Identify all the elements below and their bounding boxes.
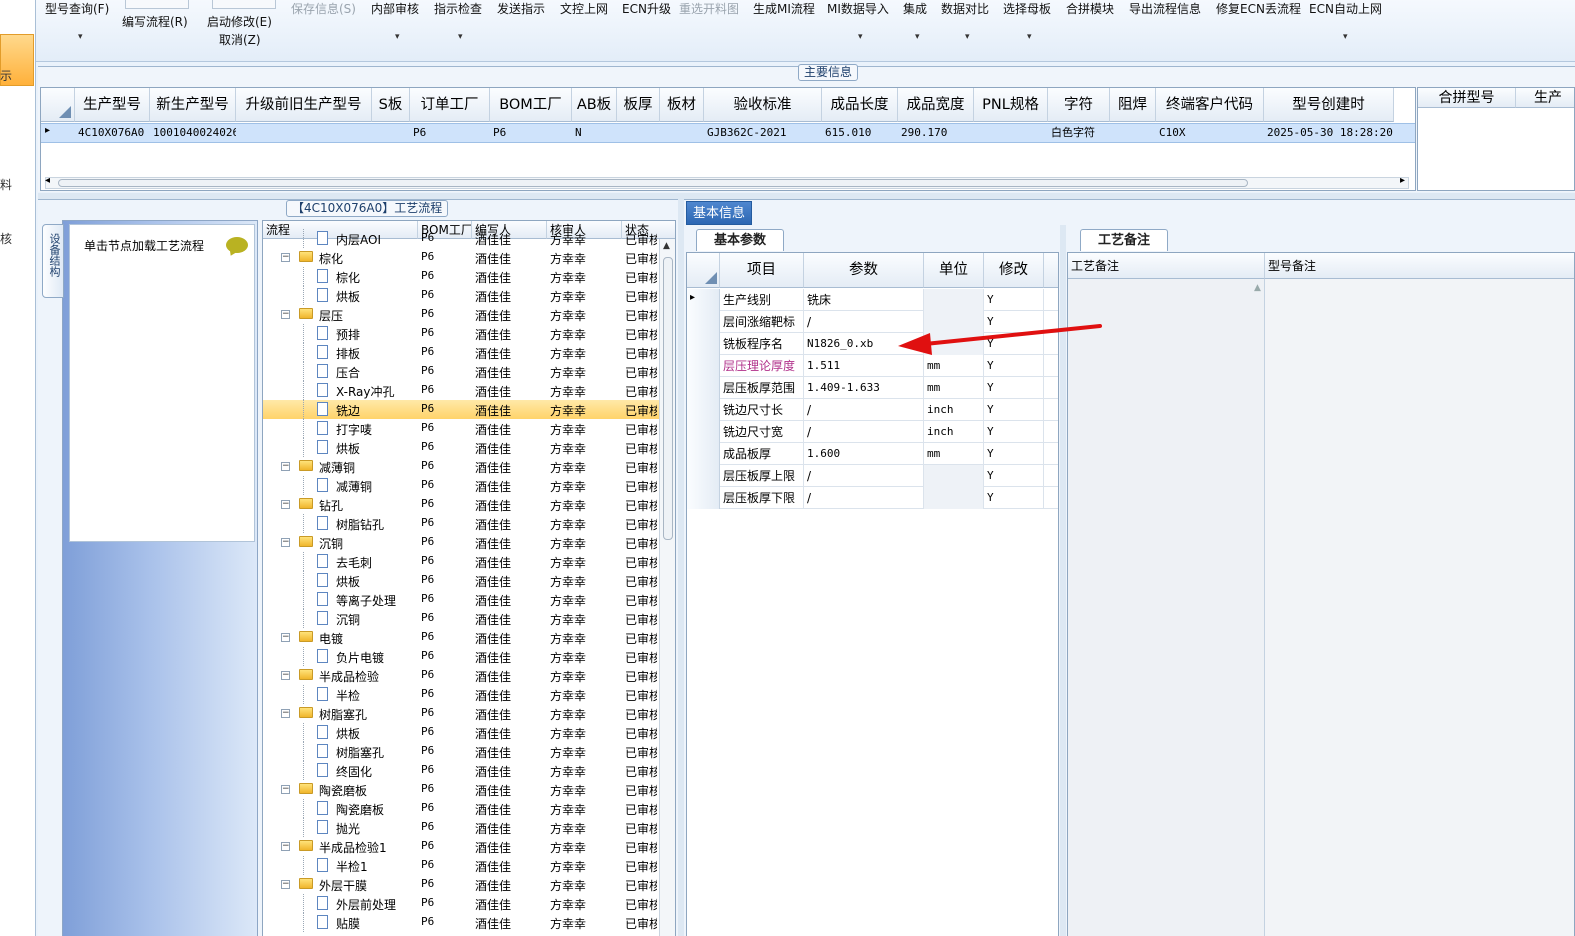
annotation-arrow (898, 324, 1102, 355)
annotation-arrow-line (923, 324, 1102, 346)
annotation-arrow-head (898, 333, 932, 355)
